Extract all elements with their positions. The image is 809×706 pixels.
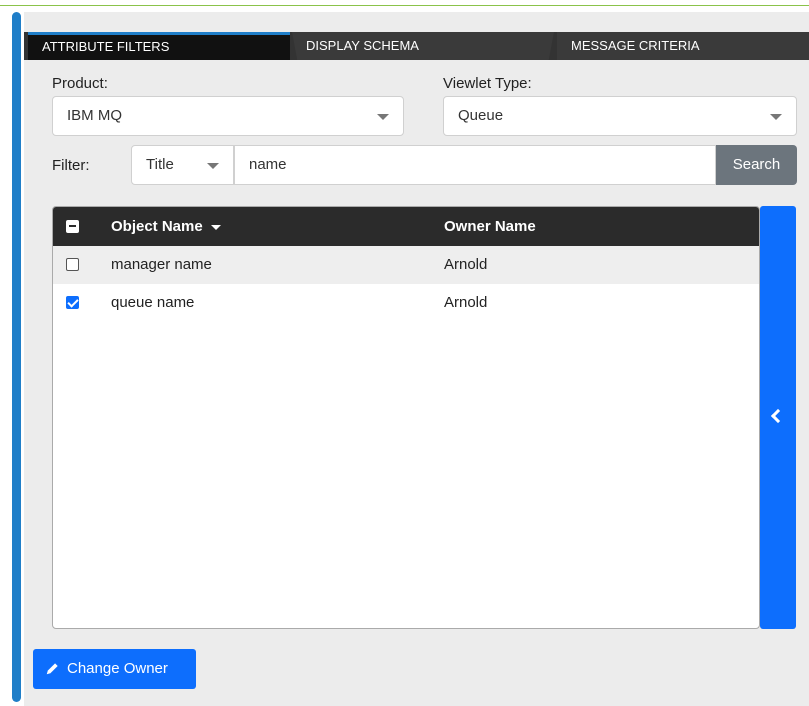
object-name-cell: queue name — [111, 294, 195, 311]
sort-desc-icon — [210, 224, 221, 230]
left-scroll-bar[interactable] — [12, 12, 21, 702]
row-checkbox[interactable] — [66, 258, 79, 271]
table-row[interactable]: manager name Arnold — [53, 246, 759, 284]
chevron-down-icon — [770, 114, 782, 120]
attribute-filters-panel: ATTRIBUTE FILTERS DISPLAY SCHEMA MESSAGE… — [24, 12, 809, 706]
row-checkbox[interactable] — [66, 296, 79, 309]
filter-field-select[interactable]: Title — [131, 145, 234, 185]
change-owner-button[interactable]: Change Owner — [33, 649, 196, 689]
filter-field-value: Title — [146, 156, 174, 173]
viewlet-type-value: Queue — [458, 107, 504, 124]
tab-attribute-filters[interactable]: ATTRIBUTE FILTERS — [28, 32, 290, 60]
chevron-down-icon — [377, 114, 389, 120]
chevron-left-icon — [770, 408, 786, 424]
object-name-header-label: Object Name — [111, 218, 203, 235]
owner-name-cell: Arnold — [444, 294, 488, 311]
tab-display-schema[interactable]: DISPLAY SCHEMA — [292, 32, 554, 60]
collapse-panel-button[interactable] — [760, 206, 796, 629]
change-owner-label: Change Owner — [67, 660, 168, 677]
owner-name-header[interactable]: Owner Name — [444, 207, 536, 246]
object-name-header[interactable]: Object Name — [111, 207, 221, 246]
chevron-down-icon — [207, 163, 219, 169]
pencil-icon — [46, 663, 58, 675]
product-value: IBM MQ — [67, 107, 122, 124]
filter-label: Filter: — [52, 157, 90, 174]
viewlet-type-label: Viewlet Type: — [443, 75, 532, 92]
search-button[interactable]: Search — [716, 145, 797, 185]
objects-table: Object Name Owner Name manager name Arno… — [52, 206, 760, 629]
filter-input[interactable]: name — [234, 145, 716, 185]
viewlet-type-select[interactable]: Queue — [443, 96, 797, 136]
top-divider — [0, 5, 809, 6]
product-label: Product: — [52, 75, 108, 92]
product-select[interactable]: IBM MQ — [52, 96, 404, 136]
table-header: Object Name Owner Name — [53, 207, 759, 246]
table-row[interactable]: queue name Arnold — [53, 284, 759, 322]
owner-name-cell: Arnold — [444, 256, 488, 273]
object-name-cell: manager name — [111, 256, 212, 273]
select-all-checkbox[interactable] — [66, 220, 79, 233]
tab-bar: ATTRIBUTE FILTERS DISPLAY SCHEMA MESSAGE… — [24, 32, 809, 60]
tab-message-criteria[interactable]: MESSAGE CRITERIA — [557, 32, 809, 60]
